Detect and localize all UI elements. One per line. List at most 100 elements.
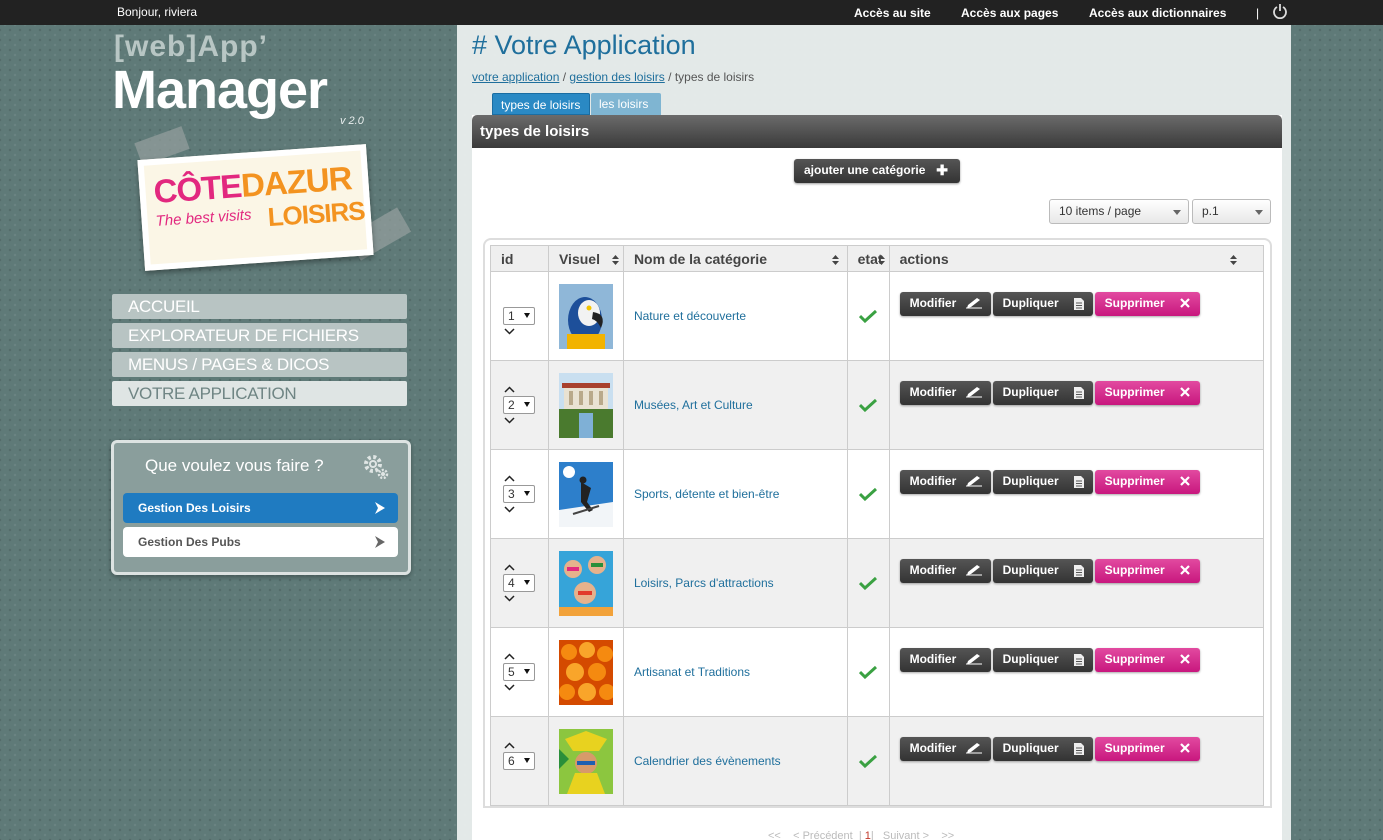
sort-icon bbox=[877, 255, 885, 265]
chevron-up-icon[interactable] bbox=[504, 475, 515, 482]
category-name-link[interactable]: Nature et découverte bbox=[624, 309, 746, 323]
visual-cell bbox=[547, 271, 624, 361]
actions-cell: Modifier Dupliquer Supprimer bbox=[888, 449, 1265, 539]
column-header-name[interactable]: Nom de la catégorie bbox=[622, 245, 848, 272]
edit-button[interactable]: Modifier bbox=[899, 559, 991, 583]
link-dictionaries-access[interactable]: Accès aux dictionnaires bbox=[1089, 6, 1226, 20]
duplicate-button[interactable]: Dupliquer bbox=[992, 470, 1093, 494]
name-cell: Loisirs, Parcs d'attractions bbox=[622, 538, 848, 628]
column-header-state[interactable]: etat bbox=[846, 245, 890, 272]
delete-button[interactable]: Supprimer bbox=[1094, 470, 1200, 494]
pager-first[interactable]: << bbox=[768, 830, 781, 840]
category-thumbnail bbox=[558, 728, 613, 794]
pager-next[interactable]: Suivant > bbox=[883, 830, 929, 840]
duplicate-button[interactable]: Dupliquer bbox=[992, 737, 1093, 761]
delete-button[interactable]: Supprimer bbox=[1094, 559, 1200, 583]
actions-cell: Modifier Dupliquer Supprimer bbox=[888, 538, 1265, 628]
check-icon[interactable] bbox=[858, 665, 877, 679]
duplicate-button[interactable]: Dupliquer bbox=[992, 559, 1093, 583]
category-name-link[interactable]: Calendrier des évènements bbox=[624, 754, 781, 768]
chevron-down-icon[interactable] bbox=[504, 506, 515, 513]
nav-item-file-explorer[interactable]: EXPLORATEUR DE FICHIERS bbox=[112, 323, 407, 348]
page-select[interactable]: p.1 bbox=[1192, 199, 1271, 224]
delete-button-label: Supprimer bbox=[1104, 741, 1165, 755]
edit-button[interactable]: Modifier bbox=[899, 381, 991, 405]
greeting-text: Bonjour, riviera bbox=[117, 5, 198, 19]
chevron-up-icon[interactable] bbox=[504, 742, 515, 749]
pager-previous[interactable]: < Précédent bbox=[793, 830, 853, 840]
delete-button[interactable]: Supprimer bbox=[1094, 648, 1200, 672]
delete-button[interactable]: Supprimer bbox=[1094, 292, 1200, 316]
categories-table: id Visuel Nom de la catégorie etat actio… bbox=[490, 245, 1265, 806]
manage-ads-button[interactable]: Gestion Des Pubs bbox=[123, 527, 398, 557]
chevron-down-icon bbox=[524, 313, 530, 318]
category-name-link[interactable]: Artisanat et Traditions bbox=[624, 665, 750, 679]
order-select[interactable]: 1 bbox=[503, 307, 535, 325]
section-title: types de loisirs bbox=[472, 115, 1282, 148]
check-icon[interactable] bbox=[858, 487, 877, 501]
link-site-access[interactable]: Accès au site bbox=[854, 6, 931, 20]
table-row: 4 Loisirs, Parcs d'attractions Modifier … bbox=[490, 538, 1265, 628]
check-icon[interactable] bbox=[858, 754, 877, 768]
link-pages-access[interactable]: Accès aux pages bbox=[961, 6, 1058, 20]
chevron-up-icon[interactable] bbox=[504, 564, 515, 571]
duplicate-button[interactable]: Dupliquer bbox=[992, 381, 1093, 405]
state-cell bbox=[846, 271, 890, 361]
power-icon[interactable] bbox=[1272, 3, 1288, 19]
order-select[interactable]: 2 bbox=[503, 396, 535, 414]
chevron-up-icon[interactable] bbox=[504, 653, 515, 660]
edit-button[interactable]: Modifier bbox=[899, 292, 991, 316]
category-name-link[interactable]: Musées, Art et Culture bbox=[624, 398, 753, 412]
tab-leisures[interactable]: les loisirs bbox=[591, 93, 661, 115]
column-header-visual[interactable]: Visuel bbox=[547, 245, 624, 272]
add-category-button[interactable]: ajouter une catégorie ✚ bbox=[794, 159, 960, 183]
tab-leisure-types[interactable]: types de loisirs bbox=[492, 93, 590, 115]
state-cell bbox=[846, 360, 890, 450]
order-select[interactable]: 3 bbox=[503, 485, 535, 503]
pager-last[interactable]: >> bbox=[941, 830, 954, 840]
chevron-down-icon[interactable] bbox=[504, 417, 515, 424]
nav-item-your-application[interactable]: VOTRE APPLICATION bbox=[112, 381, 407, 406]
edit-button[interactable]: Modifier bbox=[899, 737, 991, 761]
delete-button[interactable]: Supprimer bbox=[1094, 737, 1200, 761]
category-name-link[interactable]: Sports, détente et bien-être bbox=[624, 487, 779, 501]
id-cell: 2 bbox=[490, 360, 549, 450]
nav-item-menus-pages[interactable]: MENUS / PAGES & DICOS bbox=[112, 352, 407, 377]
manage-leisure-button[interactable]: Gestion Des Loisirs bbox=[123, 493, 398, 523]
pager-current[interactable]: 1 bbox=[865, 830, 871, 840]
check-icon[interactable] bbox=[858, 398, 877, 412]
column-header-id[interactable]: id bbox=[490, 245, 549, 272]
edit-button[interactable]: Modifier bbox=[899, 470, 991, 494]
items-per-page-select[interactable]: 10 items / page bbox=[1049, 199, 1189, 224]
document-icon bbox=[1073, 387, 1084, 399]
duplicate-button-label: Dupliquer bbox=[1002, 652, 1059, 666]
chevron-down-icon[interactable] bbox=[504, 328, 515, 335]
check-icon[interactable] bbox=[858, 309, 877, 323]
edit-button[interactable]: Modifier bbox=[899, 648, 991, 672]
delete-button-label: Supprimer bbox=[1104, 563, 1165, 577]
close-icon bbox=[1179, 565, 1190, 575]
chevron-up-icon[interactable] bbox=[504, 386, 515, 393]
name-cell: Musées, Art et Culture bbox=[622, 360, 848, 450]
column-header-visual-label: Visuel bbox=[558, 250, 600, 267]
duplicate-button[interactable]: Dupliquer bbox=[992, 648, 1093, 672]
delete-button-label: Supprimer bbox=[1104, 474, 1165, 488]
breadcrumb-link-application[interactable]: votre application bbox=[472, 70, 559, 84]
order-select[interactable]: 5 bbox=[503, 663, 535, 681]
nav-item-accueil[interactable]: ACCUEIL bbox=[112, 294, 407, 319]
client-logo: CÔTEDAZUR The best visits LOISIRS bbox=[137, 144, 374, 271]
duplicate-button-label: Dupliquer bbox=[1002, 385, 1059, 399]
order-select[interactable]: 6 bbox=[503, 752, 535, 770]
chevron-down-icon[interactable] bbox=[504, 595, 515, 602]
visual-cell bbox=[547, 360, 624, 450]
category-name-link[interactable]: Loisirs, Parcs d'attractions bbox=[624, 576, 774, 590]
name-cell: Nature et découverte bbox=[622, 271, 848, 361]
check-icon[interactable] bbox=[858, 576, 877, 590]
breadcrumb-link-leisure[interactable]: gestion des loisirs bbox=[569, 70, 664, 84]
chevron-down-icon[interactable] bbox=[504, 684, 515, 691]
delete-button[interactable]: Supprimer bbox=[1094, 381, 1200, 405]
order-select[interactable]: 4 bbox=[503, 574, 535, 592]
state-cell bbox=[846, 538, 890, 628]
duplicate-button[interactable]: Dupliquer bbox=[992, 292, 1093, 316]
column-header-actions[interactable]: actions bbox=[888, 245, 1265, 272]
